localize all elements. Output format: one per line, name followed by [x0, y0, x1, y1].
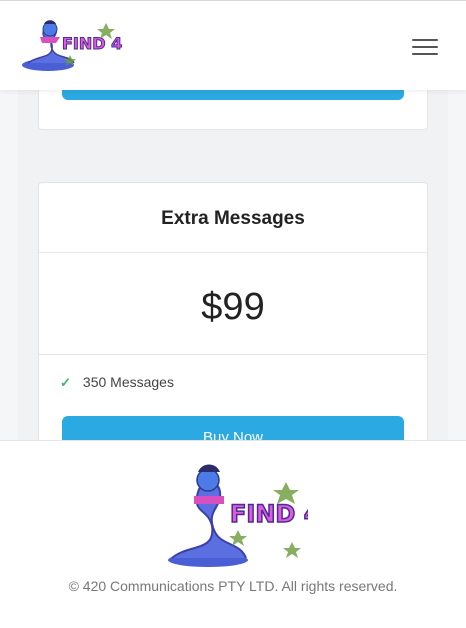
card-title: Extra Messages [161, 208, 305, 229]
feature-text: 350 Messages [82, 374, 174, 390]
find420-footer-logo[interactable]: FIND 420 [158, 460, 308, 572]
copyright-text: © 420 Communications PTY LTD. All rights… [68, 578, 398, 594]
check-icon: ✓ [60, 375, 71, 390]
feature-item: ✓ 350 Messages [60, 374, 174, 391]
price-value: $99 [201, 286, 265, 328]
logo-wordmark: FIND 420 [62, 34, 122, 53]
top-navbar: FIND 420 [0, 0, 466, 90]
footer-logo-wordmark: FIND 420 [230, 500, 308, 528]
card-divider [38, 354, 428, 355]
hamburger-menu-icon[interactable] [412, 37, 440, 57]
find420-logo[interactable]: FIND 420 [18, 15, 122, 75]
card-divider [38, 252, 428, 253]
